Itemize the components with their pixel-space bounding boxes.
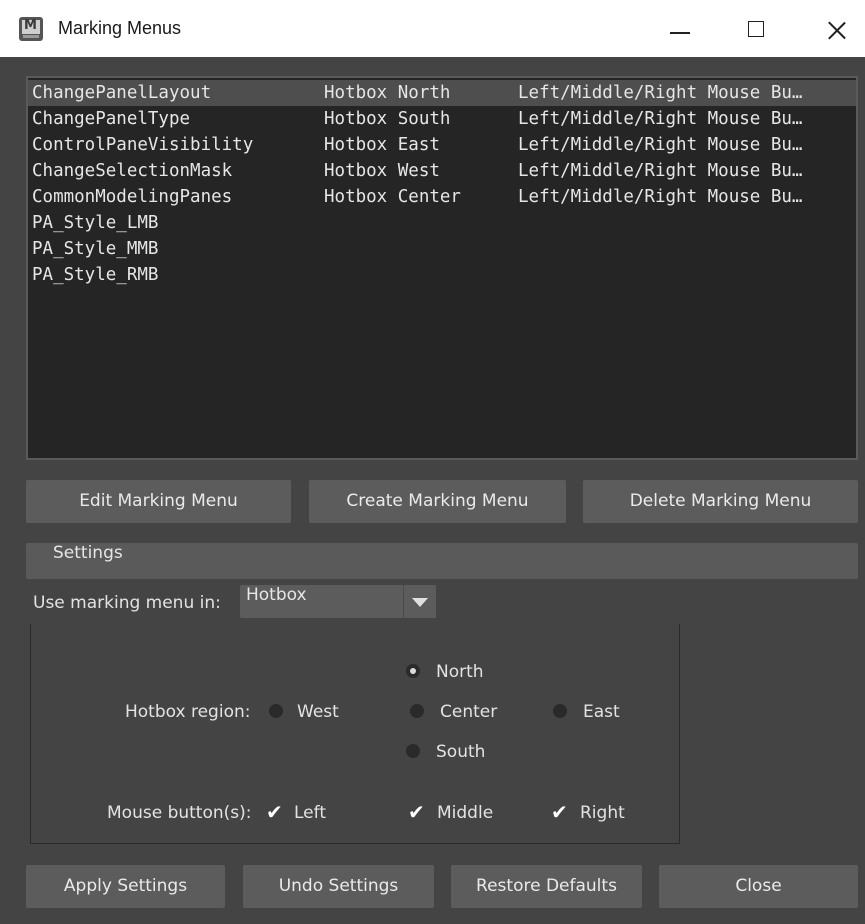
marking-menu-list[interactable]: ChangePanelLayout Hotbox North Left/Midd… — [26, 76, 858, 460]
use-marking-menu-in-label: Use marking menu in: — [33, 593, 221, 613]
menu-location: Hotbox Center — [324, 187, 461, 207]
menu-mouse-button: Left/Middle/Right Mouse Bu… — [518, 109, 803, 129]
menu-location: Hotbox South — [324, 109, 451, 129]
region-west-radio[interactable] — [269, 704, 283, 718]
list-item[interactable]: PA_Style_LMB — [28, 210, 856, 236]
region-center-label: Center — [440, 702, 498, 722]
menu-mouse-button: Left/Middle/Right Mouse Bu… — [518, 83, 803, 103]
menu-location: Hotbox West — [324, 161, 440, 181]
region-west-label: West — [297, 702, 339, 722]
menu-name: ChangePanelLayout — [32, 83, 212, 103]
menu-mouse-button: Left/Middle/Right Mouse Bu… — [518, 135, 803, 155]
left-button-label: Left — [294, 803, 326, 823]
menu-mouse-button: Left/Middle/Right Mouse Bu… — [518, 161, 803, 181]
region-east-label: East — [583, 702, 620, 722]
delete-marking-menu-button[interactable]: Delete Marking Menu — [583, 480, 858, 523]
window-title: Marking Menus — [58, 18, 182, 38]
create-marking-menu-button[interactable]: Create Marking Menu — [309, 480, 566, 523]
menu-mouse-button: Left/Middle/Right Mouse Bu… — [518, 187, 803, 207]
menu-name: ChangePanelType — [32, 109, 191, 129]
list-item[interactable]: ChangePanelLayout Hotbox North Left/Midd… — [28, 80, 856, 106]
dropdown-value: Hotbox — [246, 585, 307, 605]
mouse-buttons-label: Mouse button(s): — [107, 803, 252, 823]
use-marking-menu-in-select[interactable]: Hotbox — [240, 585, 436, 618]
close-icon[interactable] — [806, 0, 865, 57]
menu-location: Hotbox North — [324, 83, 451, 103]
region-east-radio[interactable] — [553, 704, 567, 718]
apply-settings-button[interactable]: Apply Settings — [26, 865, 225, 908]
list-item[interactable]: ChangePanelType Hotbox South Left/Middle… — [28, 106, 856, 132]
edit-marking-menu-button[interactable]: Edit Marking Menu — [26, 480, 291, 523]
region-south-label: South — [436, 742, 486, 762]
hotbox-region-label: Hotbox region: — [125, 702, 251, 722]
menu-name: PA_Style_RMB — [32, 265, 159, 285]
right-button-label: Right — [580, 803, 625, 823]
list-item[interactable]: ControlPaneVisibility Hotbox East Left/M… — [28, 132, 856, 158]
menu-name: CommonModelingPanes — [32, 187, 233, 207]
undo-settings-button[interactable]: Undo Settings — [243, 865, 434, 908]
list-item[interactable]: CommonModelingPanes Hotbox Center Left/M… — [28, 184, 856, 210]
settings-section-header[interactable]: Settings — [26, 543, 858, 579]
chevron-down-icon[interactable] — [403, 585, 436, 618]
menu-location: Hotbox East — [324, 135, 440, 155]
list-item[interactable]: PA_Style_MMB — [28, 236, 856, 262]
menu-name: PA_Style_MMB — [32, 239, 159, 259]
menu-name: ChangeSelectionMask — [32, 161, 233, 181]
maya-app-icon: M — [19, 17, 43, 41]
menu-name: PA_Style_LMB — [32, 213, 159, 233]
menu-name: ControlPaneVisibility — [32, 135, 254, 155]
middle-button-checkbox[interactable] — [407, 800, 429, 825]
marking-menus-window: M Marking Menus ChangePanelLayout Hotbox… — [0, 0, 865, 924]
region-center-radio[interactable] — [410, 704, 424, 718]
settings-header-label: Settings — [53, 543, 123, 563]
list-item[interactable]: PA_Style_RMB — [28, 262, 856, 288]
title-bar[interactable]: M Marking Menus — [0, 0, 865, 57]
restore-defaults-button[interactable]: Restore Defaults — [451, 865, 642, 908]
minimize-icon[interactable] — [650, 0, 710, 57]
list-item[interactable]: ChangeSelectionMask Hotbox West Left/Mid… — [28, 158, 856, 184]
region-south-radio[interactable] — [406, 744, 420, 758]
region-north-label: North — [436, 662, 484, 682]
maximize-icon[interactable] — [727, 0, 787, 57]
region-north-radio[interactable] — [406, 664, 420, 678]
left-button-checkbox[interactable] — [265, 800, 287, 825]
close-button[interactable]: Close — [659, 865, 858, 908]
right-button-checkbox[interactable] — [550, 800, 572, 825]
middle-button-label: Middle — [437, 803, 494, 823]
